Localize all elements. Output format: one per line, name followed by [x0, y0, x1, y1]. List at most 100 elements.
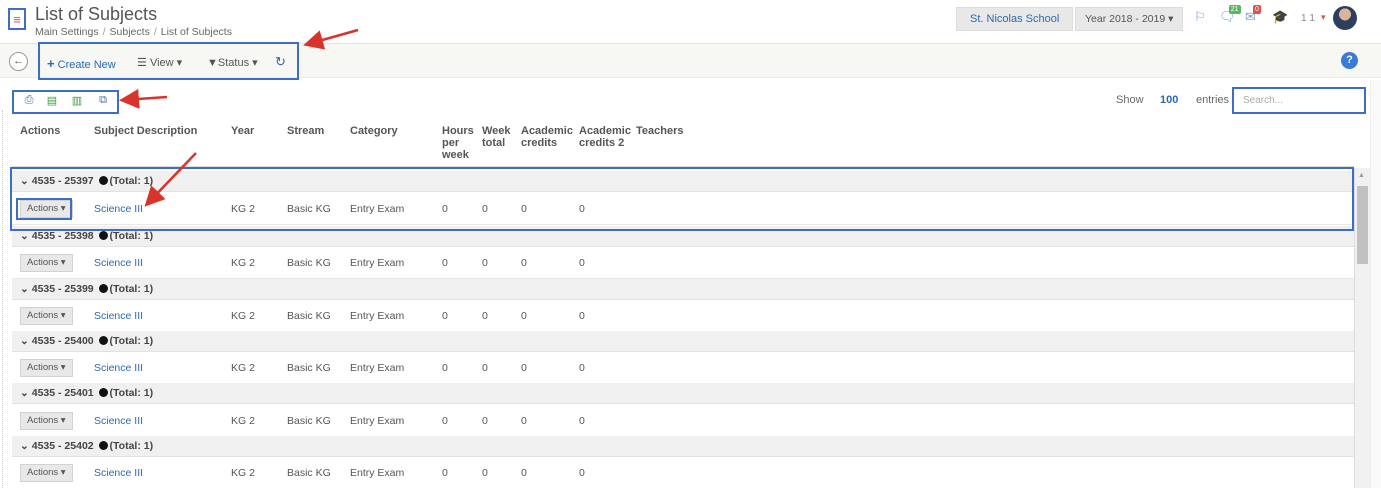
- subject-link[interactable]: Science III: [94, 310, 143, 322]
- group-row[interactable]: ⌄ 4535 - 25397 (Total: 1): [12, 171, 1354, 192]
- column-header-actions: Actions: [20, 125, 61, 137]
- category-cell: Entry Exam: [350, 203, 405, 215]
- left-gutter: [0, 110, 3, 488]
- subject-link[interactable]: Science III: [94, 415, 143, 427]
- chevron-down-icon: ▾: [252, 57, 258, 69]
- table-row: Actions ▾ Science III KG 2 Basic KG Entr…: [12, 457, 1354, 488]
- column-header-academic-credits-line2: credits: [521, 137, 558, 149]
- status-dropdown[interactable]: ▼Status ▾: [207, 56, 258, 69]
- column-header-academic-credits-2-line1: Academic: [579, 125, 631, 137]
- mail-icon[interactable]: ✉ 0: [1245, 5, 1261, 29]
- column-header-subject-description[interactable]: Subject Description: [94, 125, 197, 137]
- column-header-academic-credits-2[interactable]: Academic credits 2: [579, 125, 631, 149]
- subject-link[interactable]: Science III: [94, 467, 143, 479]
- breadcrumb-main-settings[interactable]: Main Settings: [35, 26, 99, 38]
- graduation-cap-icon[interactable]: 🎓: [1272, 9, 1288, 29]
- row-actions-label: Actions: [27, 362, 59, 373]
- year-cell: KG 2: [231, 310, 255, 322]
- copy-icon: ⧉: [99, 94, 107, 106]
- status-dot-icon: [98, 388, 108, 397]
- category-cell: Entry Exam: [350, 257, 405, 269]
- credits-cell: 0: [521, 362, 527, 374]
- page-size-selector[interactable]: 100: [1160, 94, 1178, 106]
- column-header-category[interactable]: Category: [350, 125, 398, 137]
- header-divider: [12, 166, 1354, 167]
- column-header-academic-credits-2-line2: credits 2: [579, 137, 625, 149]
- week-total-cell: 0: [482, 415, 488, 427]
- csv-export-button[interactable]: ▥: [68, 94, 86, 110]
- hours-cell: 0: [442, 362, 448, 374]
- column-header-week-total-line1: Week: [482, 125, 511, 137]
- column-header-hours-line3: week: [442, 149, 469, 161]
- column-header-academic-credits[interactable]: Academic credits: [521, 125, 573, 149]
- help-button[interactable]: ?: [1341, 52, 1358, 69]
- column-header-academic-credits-line1: Academic: [521, 125, 573, 137]
- week-total-cell: 0: [482, 362, 488, 374]
- row-actions-button[interactable]: Actions ▾: [20, 254, 73, 272]
- column-header-stream[interactable]: Stream: [287, 125, 324, 137]
- right-gutter: [1370, 80, 1381, 488]
- status-dot-icon: [98, 231, 108, 240]
- column-header-teachers[interactable]: Teachers: [636, 125, 684, 137]
- table-row: Actions ▾ Science III KG 2 Basic KG Entr…: [12, 193, 1354, 225]
- stream-cell: Basic KG: [287, 467, 331, 479]
- stream-cell: Basic KG: [287, 362, 331, 374]
- print-button[interactable]: ⎙: [20, 94, 38, 110]
- status-dot-icon: [98, 441, 108, 450]
- scroll-up-arrow-icon[interactable]: ▲: [1358, 172, 1365, 179]
- row-actions-label: Actions: [27, 257, 59, 268]
- column-header-hours-per-week[interactable]: Hours per week: [442, 125, 474, 161]
- subject-link[interactable]: Science III: [94, 362, 143, 374]
- column-header-year[interactable]: Year: [231, 125, 254, 137]
- back-button[interactable]: ←: [9, 52, 28, 71]
- excel-export-button[interactable]: ▤: [43, 94, 61, 110]
- create-new-button[interactable]: + Create New: [47, 56, 116, 71]
- row-actions-button[interactable]: Actions ▾: [20, 412, 73, 430]
- column-header-week-total[interactable]: Week total: [482, 125, 511, 149]
- group-row[interactable]: ⌄ 4535 - 25399 (Total: 1): [12, 279, 1354, 300]
- flag-icon[interactable]: ⚐: [1194, 9, 1206, 29]
- group-row[interactable]: ⌄ 4535 - 25401 (Total: 1): [12, 383, 1354, 404]
- week-total-cell: 0: [482, 310, 488, 322]
- refresh-button[interactable]: ↻: [275, 54, 286, 70]
- hours-cell: 0: [442, 415, 448, 427]
- category-cell: Entry Exam: [350, 362, 405, 374]
- csv-file-icon: ▥: [71, 95, 83, 107]
- year-cell: KG 2: [231, 257, 255, 269]
- group-row[interactable]: ⌄ 4535 - 25398 (Total: 1): [12, 226, 1354, 247]
- breadcrumb-list-of-subjects: List of Subjects: [160, 26, 232, 38]
- credits2-cell: 0: [579, 310, 585, 322]
- breadcrumb-subjects[interactable]: Subjects: [110, 26, 150, 38]
- group-row[interactable]: ⌄ 4535 - 25402 (Total: 1): [12, 436, 1354, 457]
- search-input[interactable]: [1232, 87, 1366, 114]
- subject-link[interactable]: Science III: [94, 203, 143, 215]
- scrollbar[interactable]: ▲: [1354, 168, 1370, 488]
- view-label: View: [149, 57, 174, 69]
- stream-cell: Basic KG: [287, 257, 331, 269]
- credits-cell: 0: [521, 415, 527, 427]
- chat-icon[interactable]: 🗨 21: [1219, 5, 1241, 29]
- column-header-week-total-line2: total: [482, 137, 506, 149]
- group-total: (Total: 1): [109, 387, 154, 399]
- chevron-down-icon: ▾: [1168, 13, 1174, 25]
- table-row: Actions ▾ Science III KG 2 Basic KG Entr…: [12, 300, 1354, 332]
- view-dropdown[interactable]: ☰ View ▾: [137, 56, 182, 69]
- subject-link[interactable]: Science III: [94, 257, 143, 269]
- school-selector[interactable]: St. Nicolas School: [956, 7, 1074, 31]
- scrollbar-thumb[interactable]: [1357, 186, 1368, 264]
- row-actions-button[interactable]: Actions ▾: [20, 464, 73, 482]
- copy-button[interactable]: ⧉: [94, 94, 112, 110]
- row-actions-button[interactable]: Actions ▾: [20, 359, 73, 377]
- row-actions-button[interactable]: Actions ▾: [20, 200, 73, 218]
- hours-cell: 0: [442, 257, 448, 269]
- row-actions-button[interactable]: Actions ▾: [20, 307, 73, 325]
- year-selector[interactable]: Year 2018 - 2019 ▾: [1075, 7, 1184, 31]
- group-row[interactable]: ⌄ 4535 - 25400 (Total: 1): [12, 331, 1354, 352]
- avatar[interactable]: [1333, 6, 1357, 30]
- annotation-arrow-export: [119, 88, 168, 109]
- excel-file-icon: ▤: [46, 95, 58, 107]
- hamburger-menu-button[interactable]: ≡: [8, 8, 26, 30]
- create-new-label: Create New: [57, 59, 116, 71]
- user-menu-caret-icon[interactable]: ▾: [1321, 12, 1326, 23]
- hours-cell: 0: [442, 310, 448, 322]
